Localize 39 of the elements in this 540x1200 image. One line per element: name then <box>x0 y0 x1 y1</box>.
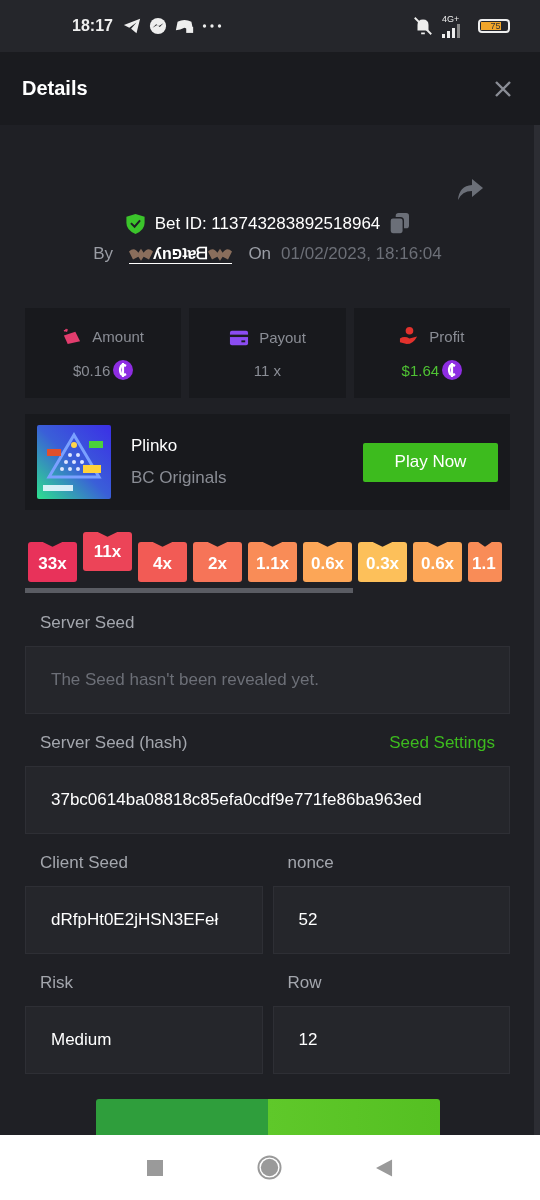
multiplier-chip: 2x <box>193 542 242 582</box>
multiplier-chip: 11x <box>83 532 132 571</box>
header-title: Details <box>22 77 88 100</box>
field-label: Client Seed <box>40 853 128 873</box>
stat-label: Payout <box>259 329 306 346</box>
stat-value: $0.16 <box>72 361 111 379</box>
clock: 18:17 <box>72 17 113 35</box>
game-name: Plinko <box>131 436 179 456</box>
input-field[interactable]: 52 <box>272 886 510 954</box>
multiplier-chip: 0.6x <box>303 542 352 582</box>
multiplier-chip: 0.6x <box>413 542 462 582</box>
multiplier-chip: 33x <box>28 542 77 582</box>
user-link[interactable]: ʎnפʇɐᗺ <box>129 244 233 264</box>
input-field[interactable]: 37bc0614ba08818c85efa0cdf9e771fe86ba963ed <box>25 766 510 834</box>
field-label: Row <box>287 973 322 993</box>
stat-value: $1.64 <box>401 361 440 379</box>
stat-label: Profit <box>429 327 465 345</box>
seed-settings-link[interactable]: Seed Settings <box>389 733 495 753</box>
input-field[interactable]: The Seed hasn't been revealed yet. <box>25 646 510 714</box>
input-field[interactable]: Medium <box>25 1006 263 1074</box>
multiplier-chip: 0.3x <box>358 542 407 582</box>
stat-label: Amount <box>92 327 144 345</box>
input-field[interactable]: 12 <box>272 1006 510 1074</box>
network-label: 4G+ <box>442 14 460 24</box>
input-field[interactable]: dRfpHt0E2jHSN3EFeł <box>25 886 263 954</box>
field-label: Risk <box>40 973 74 993</box>
stat-value: 11 x <box>253 361 282 379</box>
field-label: Server Seed <box>40 613 135 633</box>
bet-id: Bet ID: 113743283892518964 <box>154 213 381 234</box>
on-label: On <box>248 244 272 264</box>
by-label: By <box>93 244 114 264</box>
game-provider: BC Originals <box>131 468 228 488</box>
battery-icon: 75 <box>478 19 510 33</box>
multiplier-chip: 1.1x <box>248 542 297 582</box>
field-label: nonce <box>287 853 334 873</box>
multiplier-chip: 4x <box>138 542 187 582</box>
field-label: Server Seed (hash) <box>40 733 188 753</box>
multiplier-chip: 1.1 <box>468 542 502 582</box>
bet-date: 01/02/2023, 18:16:04 <box>281 244 442 264</box>
